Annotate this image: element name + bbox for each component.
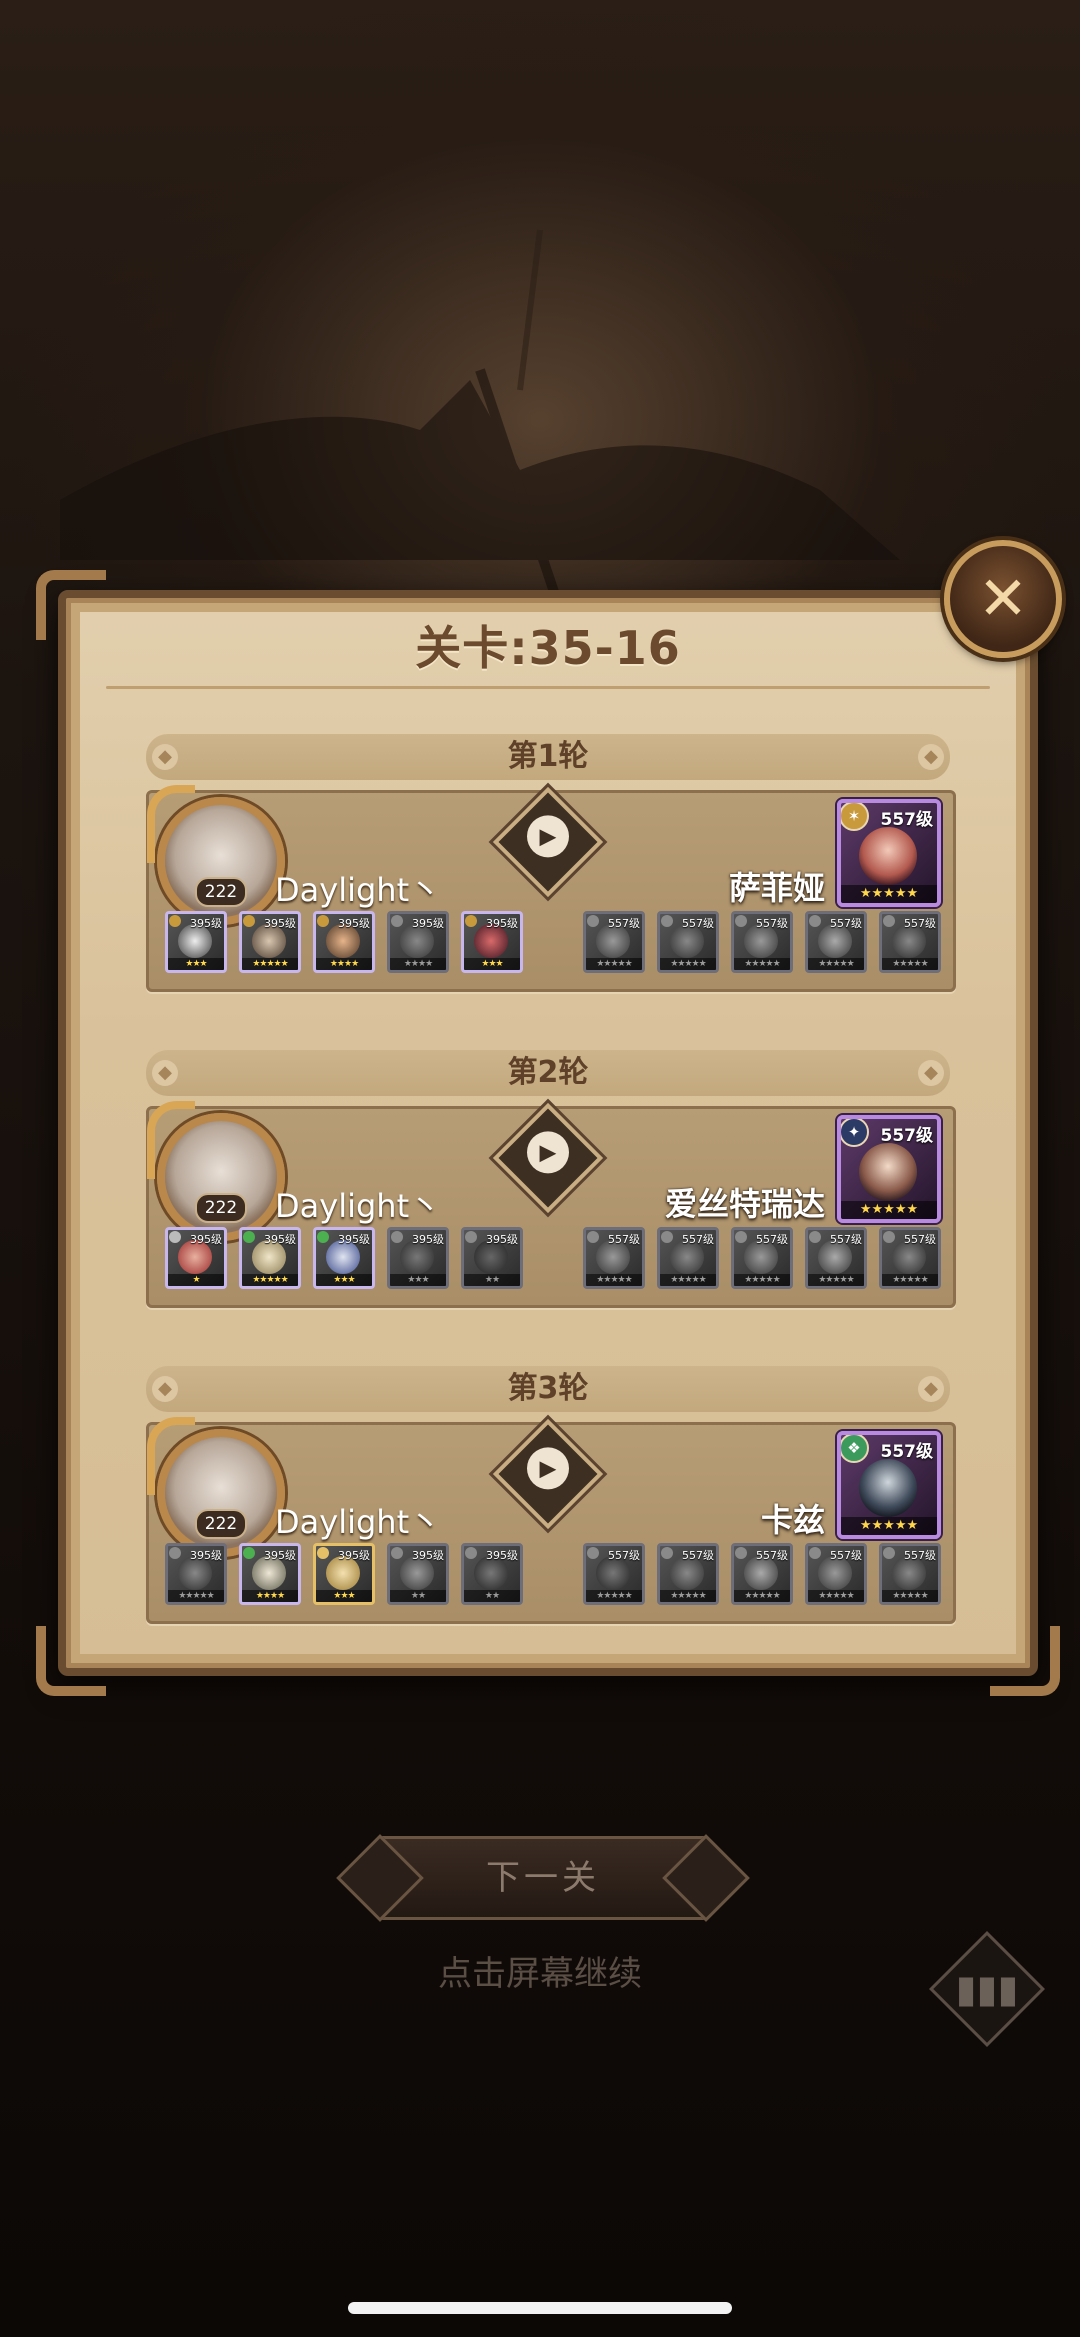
enemy-slot[interactable]: 557级 ★★★★★ [583,911,645,973]
header-ornament-icon: ◆ [918,1376,944,1402]
hero-slot[interactable]: 395级 ★★★★★ [239,911,301,973]
battle-report-panel: 关卡:35-16 ◆ 第1轮 ◆ 222 Daylight丶 ▶ 萨菲娅 ✶ 5… [36,570,1060,1696]
enemy-name: 爱丝特瑞达 [664,1185,825,1223]
boss-portrait [859,827,917,885]
title-divider [106,686,990,689]
enemy-slot[interactable]: 557级 ★★★★★ [879,1227,941,1289]
boss-level: 557级 [880,1126,934,1146]
player-name: Daylight丶 [275,1187,442,1225]
hero-slot[interactable]: 395级 ★ [165,1227,227,1289]
enemy-slot[interactable]: 557级 ★★★★★ [805,911,867,973]
hero-slot[interactable]: 395级 ★★★ [313,1543,375,1605]
header-ornament-icon: ◆ [152,1376,178,1402]
enemy-slot[interactable]: 557级 ★★★★★ [805,1543,867,1605]
enemy-slot[interactable]: 557级 ★★★★★ [731,911,793,973]
hero-slot[interactable]: 395级 ★★ [461,1227,523,1289]
hero-slot[interactable]: 395级 ★★★★ [239,1543,301,1605]
avatar-wing-ornament [147,1101,195,1179]
enemy-slot[interactable]: 557级 ★★★★★ [583,1543,645,1605]
enemy-slot[interactable]: 557级 ★★★★★ [879,1543,941,1605]
replay-button[interactable]: ▶ [492,1418,604,1530]
hero-slot[interactable]: 395级 ★★★ [165,911,227,973]
next-stage-button[interactable]: 下一关 [376,1836,710,1920]
panel-corner-ornament [36,1626,106,1696]
hero-slot[interactable]: 395级 ★★★★ [313,911,375,973]
enemy-boss-card[interactable]: ✦ 557级 ★★★★★ [837,1115,941,1223]
avatar-wing-ornament [147,1417,195,1495]
enemy-slot[interactable]: 557级 ★★★★★ [657,1543,719,1605]
enemy-team: 557级 ★★★★★ 557级 ★★★★★ 557级 ★★★★★ 557级 ★★★★★ … [583,1227,941,1289]
round-2-header: ◆ 第2轮 ◆ [146,1050,950,1096]
hero-slot[interactable]: 395级 ★★★★★ [239,1227,301,1289]
hero-slot[interactable]: 395级 ★★ [461,1543,523,1605]
round-3-header: ◆ 第3轮 ◆ [146,1366,950,1412]
avatar-wing-ornament [147,785,195,863]
boss-level: 557级 [880,1442,934,1462]
boss-stars: ★★★★★ [841,885,937,903]
player-team: 395级 ★★★★★ 395级 ★★★★ 395级 ★★★ 395级 ★★ 395级 ★★ [165,1543,523,1605]
play-icon: ▶ [527,815,569,858]
close-button[interactable]: ✕ [944,540,1062,658]
header-ornament-icon: ◆ [152,744,178,770]
enemy-name: 卡兹 [760,1501,825,1539]
tap-to-continue-hint: 点击屏幕继续 [438,1954,642,1994]
enemy-slot[interactable]: 557级 ★★★★★ [657,911,719,973]
player-level-badge: 222 [195,1509,247,1539]
round-2-card: 222 Daylight丶 ▶ 爱丝特瑞达 ✦ 557级 ★★★★★ 395级 ★… [146,1101,956,1308]
hero-slot[interactable]: 395级 ★★★ [461,911,523,973]
boss-stars: ★★★★★ [841,1201,937,1219]
header-ornament-icon: ◆ [918,744,944,770]
hero-slot[interactable]: 395级 ★★ [387,1543,449,1605]
enemy-team: 557级 ★★★★★ 557级 ★★★★★ 557级 ★★★★★ 557级 ★★★★★ … [583,911,941,973]
enemy-slot[interactable]: 557级 ★★★★★ [583,1227,645,1289]
enemy-slot[interactable]: 557级 ★★★★★ [657,1227,719,1289]
hero-slot[interactable]: 395级 ★★★★★ [165,1543,227,1605]
player-team: 395级 ★★★ 395级 ★★★★★ 395级 ★★★★ 395级 ★★★★ 395级… [165,911,523,973]
enemy-team: 557级 ★★★★★ 557级 ★★★★★ 557级 ★★★★★ 557级 ★★★★★ … [583,1543,941,1605]
stage-title: 关卡:35-16 [415,621,681,675]
enemy-name: 萨菲娅 [728,869,825,907]
player-level-badge: 222 [195,877,247,907]
home-indicator[interactable] [348,2302,732,2314]
player-level-badge: 222 [195,1193,247,1223]
round-label: 第3轮 [507,1371,589,1406]
enemy-slot[interactable]: 557级 ★★★★★ [731,1227,793,1289]
round-1-header: ◆ 第1轮 ◆ [146,734,950,780]
round-label: 第2轮 [507,1055,589,1090]
enemy-slot[interactable]: 557级 ★★★★★ [805,1227,867,1289]
header-ornament-icon: ◆ [152,1060,178,1086]
boss-portrait [859,1143,917,1201]
faction-icon: ❖ [841,1435,869,1463]
player-name: Daylight丶 [275,1503,442,1541]
faction-icon: ✶ [841,803,869,831]
play-icon: ▶ [527,1447,569,1490]
player-name: Daylight丶 [275,871,442,909]
enemy-boss-card[interactable]: ❖ 557级 ★★★★★ [837,1431,941,1539]
boss-portrait [859,1459,917,1517]
enemy-slot[interactable]: 557级 ★★★★★ [879,911,941,973]
round-label: 第1轮 [507,739,589,774]
background-silhouette [60,229,900,612]
hero-slot[interactable]: 395级 ★★★ [387,1227,449,1289]
boss-stars: ★★★★★ [841,1517,937,1535]
enemy-slot[interactable]: 557级 ★★★★★ [731,1543,793,1605]
replay-button[interactable]: ▶ [492,1102,604,1214]
enemy-boss-card[interactable]: ✶ 557级 ★★★★★ [837,799,941,907]
hero-slot[interactable]: 395级 ★★★ [313,1227,375,1289]
close-icon: ✕ [977,564,1029,634]
hero-slot[interactable]: 395级 ★★★★ [387,911,449,973]
boss-level: 557级 [880,810,934,830]
bar-chart-icon: ▮▮▮ [955,1967,1019,2011]
header-ornament-icon: ◆ [918,1060,944,1086]
replay-button[interactable]: ▶ [492,786,604,898]
round-3-card: 222 Daylight丶 ▶ 卡兹 ❖ 557级 ★★★★★ 395级 ★★★★… [146,1417,956,1624]
play-icon: ▶ [527,1131,569,1174]
faction-icon: ✦ [841,1119,869,1147]
round-1-card: 222 Daylight丶 ▶ 萨菲娅 ✶ 557级 ★★★★★ 395级 ★★★… [146,785,956,992]
player-team: 395级 ★ 395级 ★★★★★ 395级 ★★★ 395级 ★★★ 395级 ★★ [165,1227,523,1289]
